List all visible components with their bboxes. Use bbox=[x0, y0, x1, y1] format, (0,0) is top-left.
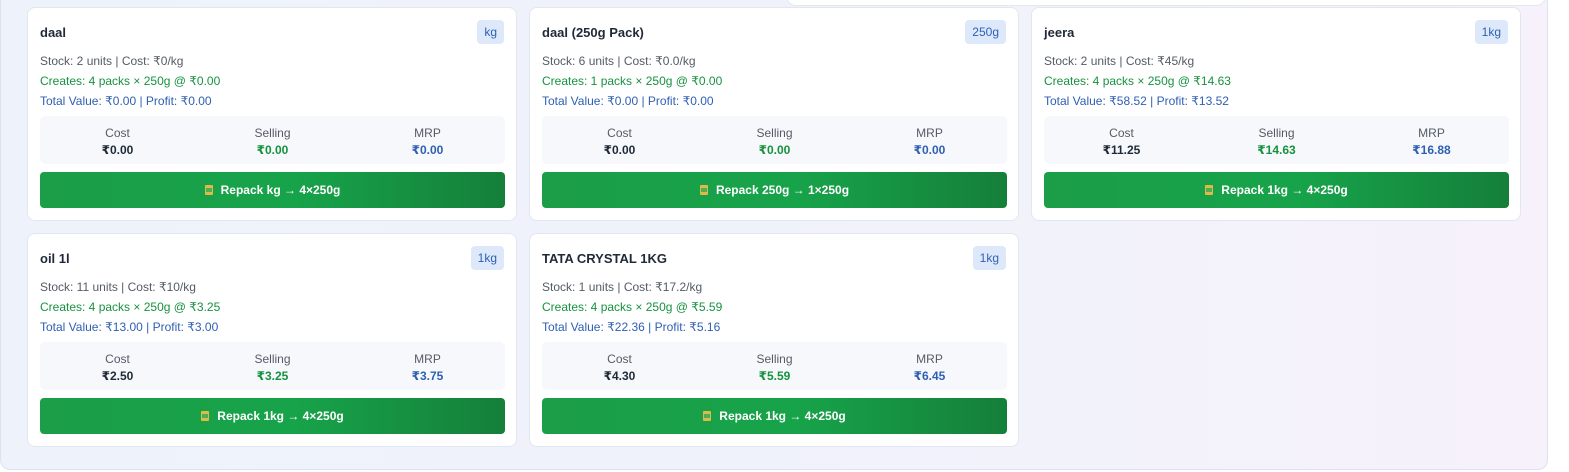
product-name: oil 1l bbox=[40, 251, 70, 266]
unit-badge: 250g bbox=[965, 20, 1006, 44]
mrp-column: MRP ₹0.00 bbox=[350, 116, 505, 164]
selling-value: ₹0.00 bbox=[758, 143, 791, 157]
selling-value: ₹14.63 bbox=[1257, 143, 1296, 157]
package-icon bbox=[699, 185, 708, 195]
price-summary: Cost ₹0.00 Selling ₹0.00 MRP ₹0.00 bbox=[542, 116, 1007, 164]
stock-info: Stock: 2 units | Cost: ₹45/kg bbox=[1044, 54, 1195, 68]
repack-button-label: Repack kg → 4×250g bbox=[220, 183, 341, 197]
repack-button[interactable]: Repack 1kg → 4×250g bbox=[40, 398, 505, 434]
repack-button[interactable]: Repack 1kg → 4×250g bbox=[542, 398, 1007, 434]
selling-value: ₹3.25 bbox=[256, 369, 289, 383]
unit-badge: 1kg bbox=[1474, 20, 1508, 44]
mrp-label: MRP bbox=[916, 126, 943, 140]
product-card-daal-250g: daal (250g Pack) 250g Stock: 6 units | C… bbox=[529, 7, 1019, 221]
mrp-label: MRP bbox=[1418, 126, 1445, 140]
cost-label: Cost bbox=[105, 352, 130, 366]
unit-badge: kg bbox=[477, 20, 504, 44]
selling-column: Selling ₹0.00 bbox=[195, 116, 350, 164]
mrp-column: MRP ₹6.45 bbox=[852, 342, 1007, 390]
product-name: TATA CRYSTAL 1KG bbox=[542, 251, 667, 266]
selling-label: Selling bbox=[254, 352, 291, 366]
cost-column: Cost ₹0.00 bbox=[542, 116, 697, 164]
stock-info: Stock: 11 units | Cost: ₹10/kg bbox=[40, 280, 196, 294]
product-name: daal bbox=[40, 25, 67, 40]
value-profit-info: Total Value: ₹13.00 | Profit: ₹3.00 bbox=[40, 320, 219, 334]
cost-column: Cost ₹4.30 bbox=[542, 342, 697, 390]
creates-info: Creates: 4 packs × 250g @ ₹3.25 bbox=[40, 300, 221, 314]
mrp-value: ₹0.00 bbox=[913, 143, 946, 157]
package-icon bbox=[703, 411, 712, 421]
product-name: daal (250g Pack) bbox=[542, 25, 644, 40]
creates-info: Creates: 4 packs × 250g @ ₹5.59 bbox=[542, 300, 723, 314]
repack-button-label: Repack 1kg → 4×250g bbox=[719, 409, 846, 423]
selling-label: Selling bbox=[1258, 126, 1295, 140]
mrp-column: MRP ₹0.00 bbox=[852, 116, 1007, 164]
price-summary: Cost ₹11.25 Selling ₹14.63 MRP ₹16.88 bbox=[1044, 116, 1509, 164]
mrp-value: ₹6.45 bbox=[913, 369, 946, 383]
mrp-label: MRP bbox=[916, 352, 943, 366]
price-summary: Cost ₹4.30 Selling ₹5.59 MRP ₹6.45 bbox=[542, 342, 1007, 390]
cost-value: ₹11.25 bbox=[1102, 143, 1141, 157]
selling-label: Selling bbox=[254, 126, 291, 140]
selling-column: Selling ₹14.63 bbox=[1199, 116, 1354, 164]
product-card-jeera: jeera 1kg Stock: 2 units | Cost: ₹45/kg … bbox=[1031, 7, 1521, 221]
mrp-value: ₹3.75 bbox=[411, 369, 444, 383]
selling-column: Selling ₹3.25 bbox=[195, 342, 350, 390]
selling-label: Selling bbox=[756, 352, 793, 366]
cost-value: ₹0.00 bbox=[101, 143, 134, 157]
package-icon bbox=[1205, 185, 1214, 195]
product-name: jeera bbox=[1044, 25, 1075, 40]
selling-value: ₹0.00 bbox=[256, 143, 289, 157]
value-profit-info: Total Value: ₹22.36 | Profit: ₹5.16 bbox=[542, 320, 721, 334]
stock-info: Stock: 1 units | Cost: ₹17.2/kg bbox=[542, 280, 703, 294]
repack-button[interactable]: Repack 250g → 1×250g bbox=[542, 172, 1007, 208]
product-card-tata-crystal: TATA CRYSTAL 1KG 1kg Stock: 1 units | Co… bbox=[529, 233, 1019, 447]
selling-column: Selling ₹5.59 bbox=[697, 342, 852, 390]
cost-column: Cost ₹11.25 bbox=[1044, 116, 1199, 164]
cost-label: Cost bbox=[105, 126, 130, 140]
unit-badge: 1kg bbox=[972, 246, 1006, 270]
selling-label: Selling bbox=[756, 126, 793, 140]
cost-value: ₹4.30 bbox=[603, 369, 636, 383]
repack-button-label: Repack 250g → 1×250g bbox=[715, 183, 850, 197]
repack-button-label: Repack 1kg → 4×250g bbox=[217, 409, 344, 423]
cost-value: ₹2.50 bbox=[101, 369, 134, 383]
product-card-daal: daal kg Stock: 2 units | Cost: ₹0/kg Cre… bbox=[27, 7, 517, 221]
value-profit-info: Total Value: ₹0.00 | Profit: ₹0.00 bbox=[542, 94, 714, 108]
selling-column: Selling ₹0.00 bbox=[697, 116, 852, 164]
mrp-value: ₹16.88 bbox=[1412, 143, 1451, 157]
price-summary: Cost ₹0.00 Selling ₹0.00 MRP ₹0.00 bbox=[40, 116, 505, 164]
unit-badge: 1kg bbox=[470, 246, 504, 270]
mrp-value: ₹0.00 bbox=[411, 143, 444, 157]
value-profit-info: Total Value: ₹0.00 | Profit: ₹0.00 bbox=[40, 94, 212, 108]
creates-info: Creates: 4 packs × 250g @ ₹0.00 bbox=[40, 74, 221, 88]
mrp-column: MRP ₹16.88 bbox=[1354, 116, 1509, 164]
price-summary: Cost ₹2.50 Selling ₹3.25 MRP ₹3.75 bbox=[40, 342, 505, 390]
stock-info: Stock: 6 units | Cost: ₹0.0/kg bbox=[542, 54, 696, 68]
value-profit-info: Total Value: ₹58.52 | Profit: ₹13.52 bbox=[1044, 94, 1229, 108]
creates-info: Creates: 4 packs × 250g @ ₹14.63 bbox=[1044, 74, 1231, 88]
cost-column: Cost ₹0.00 bbox=[40, 116, 195, 164]
package-icon bbox=[201, 411, 210, 421]
repack-button-label: Repack 1kg → 4×250g bbox=[1221, 183, 1348, 197]
cost-value: ₹0.00 bbox=[603, 143, 636, 157]
selling-value: ₹5.59 bbox=[758, 369, 791, 383]
cost-label: Cost bbox=[607, 352, 632, 366]
mrp-label: MRP bbox=[414, 352, 441, 366]
panel-above-edge bbox=[786, 0, 1546, 6]
creates-info: Creates: 1 packs × 250g @ ₹0.00 bbox=[542, 74, 723, 88]
package-icon bbox=[204, 185, 213, 195]
stock-info: Stock: 2 units | Cost: ₹0/kg bbox=[40, 54, 184, 68]
product-card-oil-1l: oil 1l 1kg Stock: 11 units | Cost: ₹10/k… bbox=[27, 233, 517, 447]
mrp-label: MRP bbox=[414, 126, 441, 140]
mrp-column: MRP ₹3.75 bbox=[350, 342, 505, 390]
repack-button[interactable]: Repack 1kg → 4×250g bbox=[1044, 172, 1509, 208]
cost-label: Cost bbox=[607, 126, 632, 140]
cost-label: Cost bbox=[1109, 126, 1134, 140]
cost-column: Cost ₹2.50 bbox=[40, 342, 195, 390]
repack-button[interactable]: Repack kg → 4×250g bbox=[40, 172, 505, 208]
